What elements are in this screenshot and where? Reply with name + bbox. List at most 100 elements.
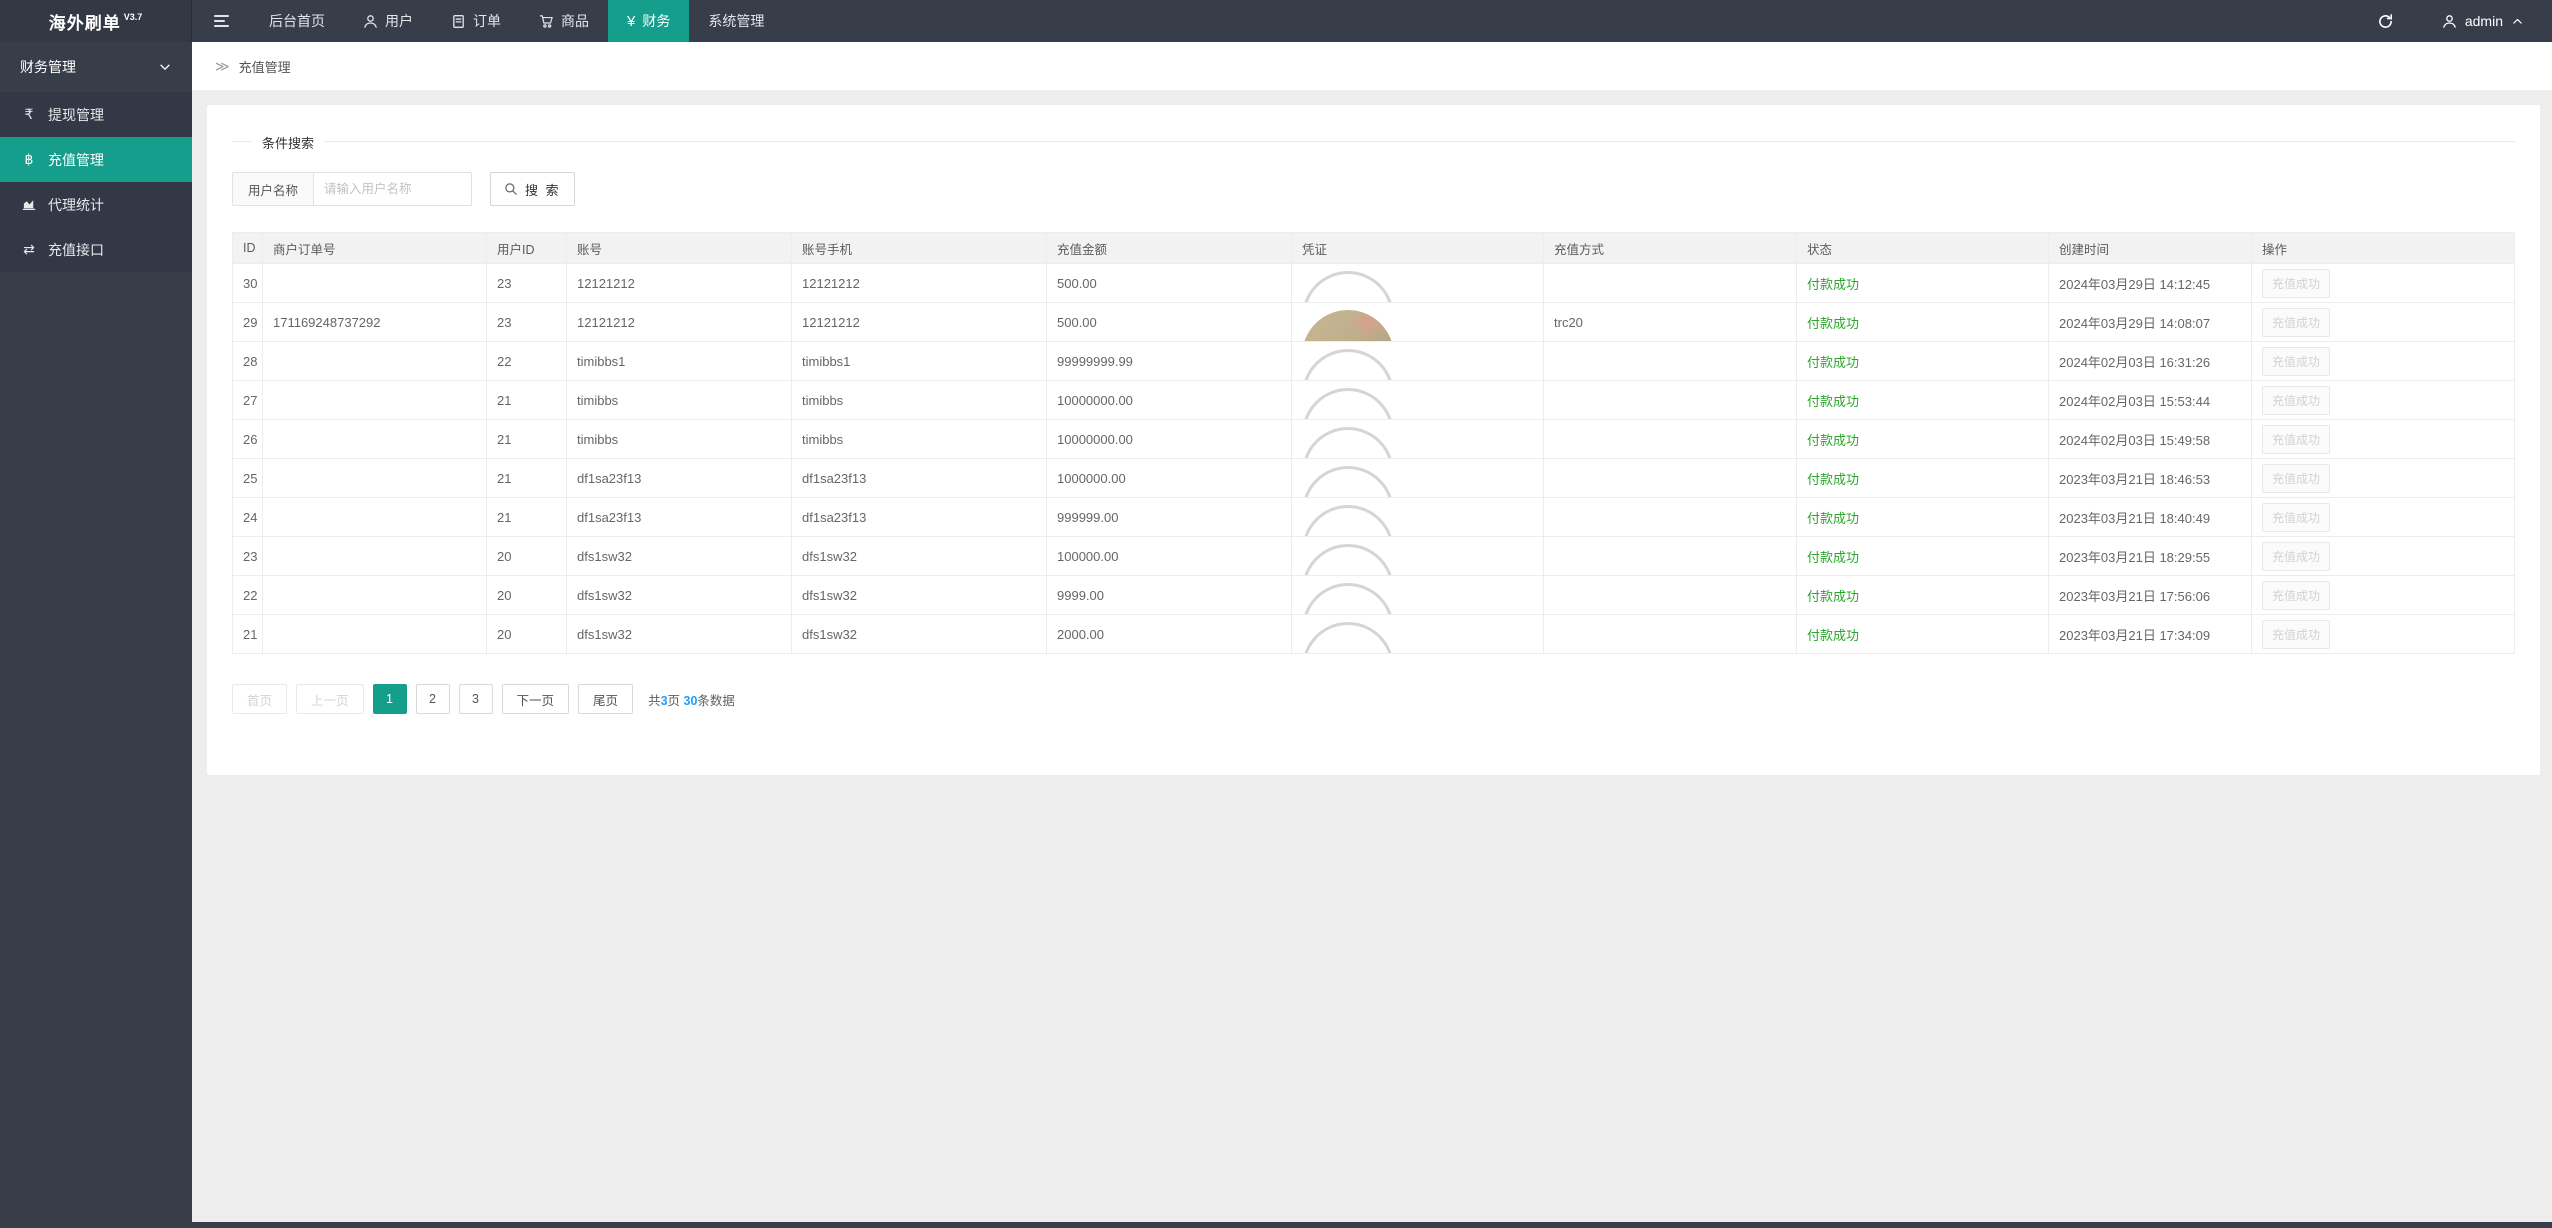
cell-status: 付款成功 bbox=[1797, 615, 2049, 654]
first-page-button[interactable]: 首页 bbox=[232, 684, 287, 714]
recharge-status-button[interactable]: 充值成功 bbox=[2262, 581, 2330, 610]
cell-action: 充值成功 bbox=[2252, 342, 2515, 381]
app-title: 海外刷单 bbox=[49, 9, 121, 34]
sidebar-item-recharge[interactable]: ฿ 充值管理 bbox=[0, 137, 192, 182]
rupee-icon: ₹ bbox=[20, 106, 38, 123]
cell-phone: df1sa23f13 bbox=[792, 498, 1047, 537]
prev-page-button[interactable]: 上一页 bbox=[296, 684, 364, 714]
voucher-image[interactable] bbox=[1302, 544, 1394, 575]
nav-item-users[interactable]: 用户 bbox=[344, 0, 432, 42]
username-input[interactable] bbox=[314, 172, 472, 206]
col-created: 创建时间 bbox=[2049, 233, 2252, 264]
next-page-button[interactable]: 下一页 bbox=[502, 684, 570, 714]
page-2-button[interactable]: 2 bbox=[416, 684, 450, 714]
user-menu[interactable]: admin bbox=[2420, 0, 2552, 42]
recharge-status-button[interactable]: 充值成功 bbox=[2262, 425, 2330, 454]
cell-status: 付款成功 bbox=[1797, 381, 2049, 420]
recharge-status-button[interactable]: 充值成功 bbox=[2262, 503, 2330, 532]
cell-status: 付款成功 bbox=[1797, 537, 2049, 576]
cell-phone: timibbs1 bbox=[792, 342, 1047, 381]
cell-order-no: 171169248737292 bbox=[263, 303, 487, 342]
cell-status: 付款成功 bbox=[1797, 459, 2049, 498]
col-phone: 账号手机 bbox=[792, 233, 1047, 264]
cell-user-id: 23 bbox=[487, 303, 567, 342]
cell-account: 12121212 bbox=[567, 303, 792, 342]
cell-id: 24 bbox=[233, 498, 263, 537]
voucher-image[interactable] bbox=[1302, 349, 1394, 380]
total-pages: 3 bbox=[661, 694, 668, 708]
search-button[interactable]: 搜 索 bbox=[490, 172, 575, 206]
recharge-status-button[interactable]: 充值成功 bbox=[2262, 620, 2330, 649]
cell-id: 27 bbox=[233, 381, 263, 420]
recharge-status-button[interactable]: 充值成功 bbox=[2262, 542, 2330, 571]
nav-item-orders[interactable]: 订单 bbox=[432, 0, 520, 42]
cell-account: dfs1sw32 bbox=[567, 576, 792, 615]
cell-voucher bbox=[1292, 420, 1544, 459]
recharge-status-button[interactable]: 充值成功 bbox=[2262, 386, 2330, 415]
document-icon bbox=[451, 14, 466, 29]
col-action: 操作 bbox=[2252, 233, 2515, 264]
table-row: 26 21 timibbs timibbs 10000000.00 付款成功 2… bbox=[233, 420, 2515, 459]
sidebar-item-agent-stats[interactable]: 代理统计 bbox=[0, 182, 192, 227]
cell-order-no bbox=[263, 537, 487, 576]
voucher-image[interactable] bbox=[1302, 505, 1394, 536]
last-page-button[interactable]: 尾页 bbox=[578, 684, 633, 714]
cell-voucher bbox=[1292, 342, 1544, 381]
voucher-image[interactable] bbox=[1302, 310, 1394, 341]
col-id: ID bbox=[233, 233, 263, 264]
cell-account: timibbs bbox=[567, 381, 792, 420]
cell-phone: 12121212 bbox=[792, 303, 1047, 342]
table-row: 22 20 dfs1sw32 dfs1sw32 9999.00 付款成功 202… bbox=[233, 576, 2515, 615]
refresh-button[interactable] bbox=[2351, 0, 2420, 42]
voucher-image[interactable] bbox=[1302, 622, 1394, 653]
sidebar-group-finance[interactable]: 财务管理 bbox=[0, 42, 192, 92]
page-1-button[interactable]: 1 bbox=[373, 684, 407, 714]
voucher-image[interactable] bbox=[1302, 466, 1394, 497]
bitcoin-icon: ฿ bbox=[20, 151, 38, 168]
nav-item-products[interactable]: 商品 bbox=[520, 0, 608, 42]
voucher-image[interactable] bbox=[1302, 388, 1394, 419]
cell-id: 26 bbox=[233, 420, 263, 459]
voucher-image[interactable] bbox=[1302, 271, 1394, 302]
cell-phone: 12121212 bbox=[792, 264, 1047, 303]
username: admin bbox=[2465, 13, 2503, 29]
cell-id: 30 bbox=[233, 264, 263, 303]
recharge-status-button[interactable]: 充值成功 bbox=[2262, 269, 2330, 298]
nav-item-finance[interactable]: ¥ 财务 bbox=[608, 0, 689, 42]
cell-voucher bbox=[1292, 459, 1544, 498]
recharge-status-button[interactable]: 充值成功 bbox=[2262, 347, 2330, 376]
cell-status: 付款成功 bbox=[1797, 498, 2049, 537]
cell-voucher bbox=[1292, 303, 1544, 342]
sidebar-toggle-button[interactable] bbox=[192, 0, 250, 42]
cell-account: df1sa23f13 bbox=[567, 459, 792, 498]
search-form: 用户名称 搜 索 bbox=[232, 172, 2515, 206]
cell-order-no bbox=[263, 264, 487, 303]
bottom-bar bbox=[0, 1222, 2552, 1228]
cell-account: dfs1sw32 bbox=[567, 615, 792, 654]
nav-item-dashboard[interactable]: 后台首页 bbox=[250, 0, 344, 42]
cell-account: df1sa23f13 bbox=[567, 498, 792, 537]
cell-order-no bbox=[263, 459, 487, 498]
yen-icon: ¥ bbox=[627, 14, 635, 29]
cell-amount: 2000.00 bbox=[1047, 615, 1292, 654]
table-row: 27 21 timibbs timibbs 10000000.00 付款成功 2… bbox=[233, 381, 2515, 420]
cell-action: 充值成功 bbox=[2252, 459, 2515, 498]
main-nav: 后台首页 用户 订单 商品 ¥ 财务 系统管理 bbox=[250, 0, 783, 42]
sidebar-item-withdraw[interactable]: ₹ 提现管理 bbox=[0, 92, 192, 137]
cell-user-id: 21 bbox=[487, 459, 567, 498]
recharge-status-button[interactable]: 充值成功 bbox=[2262, 308, 2330, 337]
sidebar-item-recharge-api[interactable]: ⇄ 充值接口 bbox=[0, 227, 192, 272]
voucher-image[interactable] bbox=[1302, 427, 1394, 458]
cell-voucher bbox=[1292, 264, 1544, 303]
search-legend: 条件搜索 bbox=[252, 133, 324, 152]
recharge-status-button[interactable]: 充值成功 bbox=[2262, 464, 2330, 493]
cell-status: 付款成功 bbox=[1797, 576, 2049, 615]
cell-voucher bbox=[1292, 537, 1544, 576]
voucher-image[interactable] bbox=[1302, 583, 1394, 614]
cell-status: 付款成功 bbox=[1797, 342, 2049, 381]
page-3-button[interactable]: 3 bbox=[459, 684, 493, 714]
cell-order-no bbox=[263, 420, 487, 459]
nav-item-system[interactable]: 系统管理 bbox=[689, 0, 783, 42]
cell-phone: df1sa23f13 bbox=[792, 459, 1047, 498]
cell-user-id: 20 bbox=[487, 537, 567, 576]
